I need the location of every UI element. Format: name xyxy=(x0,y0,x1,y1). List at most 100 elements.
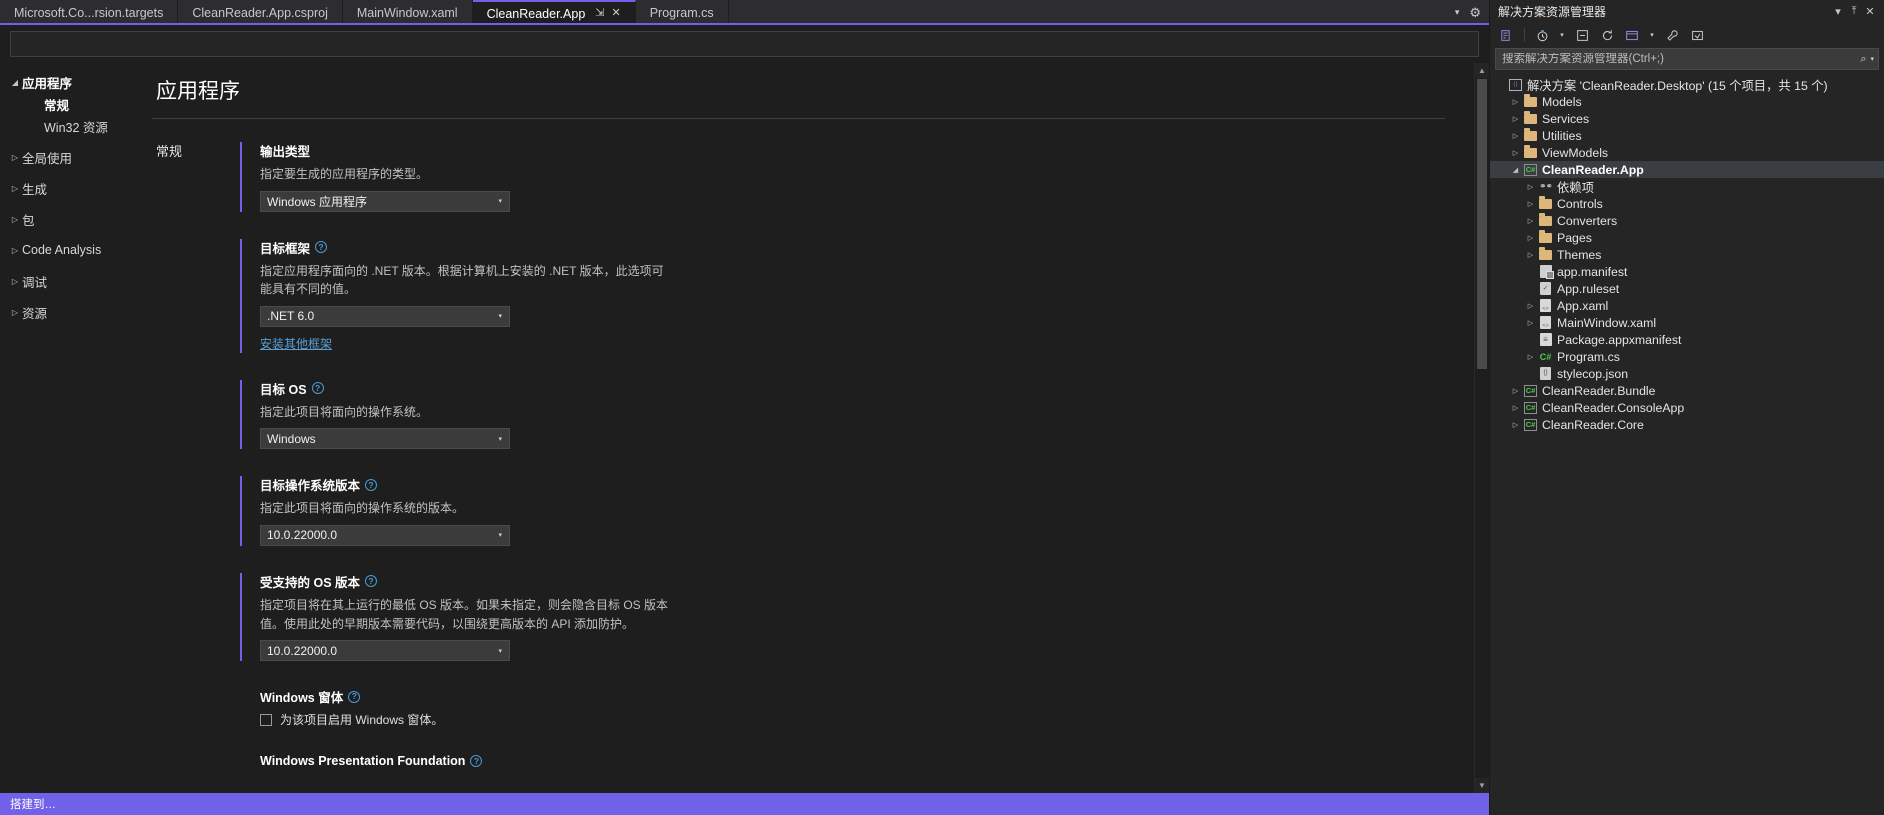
solution-tree-node[interactable]: ▷ Utilities xyxy=(1490,127,1884,144)
chevron-down-icon[interactable]: ▾ xyxy=(498,647,505,655)
collapsed-arrow-icon[interactable]: ▷ xyxy=(1509,149,1522,157)
property-dropdown[interactable]: 10.0.22000.0 ▾ xyxy=(260,524,510,546)
solution-tree-node[interactable]: ▷ App.xaml xyxy=(1490,297,1884,314)
collapsed-arrow-icon[interactable]: ▷ xyxy=(1524,217,1537,225)
properties-search-box[interactable] xyxy=(10,31,1479,57)
solution-tree-node[interactable]: ▷ MainWindow.xaml xyxy=(1490,314,1884,331)
collapsed-arrow-icon[interactable]: ▷ xyxy=(1509,132,1522,140)
properties-nav-item[interactable]: ▷ 调试 xyxy=(0,270,152,292)
solution-tree-node[interactable]: ▷ ViewModels xyxy=(1490,144,1884,161)
collapsed-arrow-icon[interactable]: ▷ xyxy=(1524,251,1537,259)
chevron-down-icon[interactable]: ▾ xyxy=(1556,25,1568,45)
scroll-up-icon[interactable]: ▲ xyxy=(1475,63,1489,78)
collapsed-arrow-icon[interactable]: ▷ xyxy=(1509,98,1522,106)
properties-nav-item[interactable]: ▷ 包 xyxy=(0,208,152,230)
search-icon[interactable]: ⌕ xyxy=(1860,53,1866,66)
properties-nav-item[interactable]: ▷ Code Analysis xyxy=(0,239,152,261)
help-icon[interactable]: ? xyxy=(365,478,378,491)
collapsed-arrow-icon[interactable]: ▷ xyxy=(8,215,22,224)
collapsed-arrow-icon[interactable]: ▷ xyxy=(1524,183,1537,191)
solution-tree-node[interactable]: Package.appxmanifest xyxy=(1490,331,1884,348)
collapsed-arrow-icon[interactable]: ▷ xyxy=(8,308,22,317)
enable-windows-forms-row[interactable]: 为该项目启用 Windows 窗体。 xyxy=(260,711,1473,728)
help-icon[interactable]: ? xyxy=(348,690,361,703)
search-options-chevron-icon[interactable]: ▾ xyxy=(1870,55,1874,63)
solution-tree-node[interactable]: ▷ Pages xyxy=(1490,229,1884,246)
document-tab[interactable]: Program.cs xyxy=(635,0,729,25)
solution-tree-node[interactable]: ▷ Themes xyxy=(1490,246,1884,263)
solution-tree-node[interactable]: ▷ Controls xyxy=(1490,195,1884,212)
install-other-frameworks-link[interactable]: 安装其他框架 xyxy=(260,335,332,352)
help-icon[interactable]: ? xyxy=(470,755,483,768)
collapsed-arrow-icon[interactable]: ▷ xyxy=(1524,200,1537,208)
chevron-down-icon[interactable]: ▾ xyxy=(1830,5,1846,18)
chevron-down-icon[interactable]: ▾ xyxy=(498,312,505,320)
collapse-all-icon[interactable] xyxy=(1571,25,1593,45)
properties-nav-item[interactable]: 常规 xyxy=(0,93,152,115)
document-tab[interactable]: CleanReader.App.csproj xyxy=(178,0,343,25)
collapsed-arrow-icon[interactable]: ▷ xyxy=(1524,353,1537,361)
properties-nav-item[interactable]: ▷ 全局使用 xyxy=(0,146,152,168)
show-all-files-icon[interactable] xyxy=(1621,25,1643,45)
properties-nav-item[interactable]: ▷ 生成 xyxy=(0,177,152,199)
pin-icon[interactable]: ⤒ xyxy=(1846,5,1862,18)
chevron-down-icon[interactable]: ▾ xyxy=(498,435,505,443)
collapsed-arrow-icon[interactable]: ▷ xyxy=(1509,387,1522,395)
solution-tree-node[interactable]: ◢ C# CleanReader.App xyxy=(1490,161,1884,178)
solution-tree-node[interactable]: ▷ Services xyxy=(1490,110,1884,127)
content-scrollbar[interactable]: ▲ ▼ xyxy=(1474,63,1489,793)
enable-windows-forms-checkbox[interactable] xyxy=(260,713,272,726)
solution-tree-node[interactable]: ▷ C# CleanReader.ConsoleApp xyxy=(1490,399,1884,416)
properties-nav-item[interactable]: ◢ 应用程序 xyxy=(0,71,152,93)
solution-tree-node[interactable]: ▷ Models xyxy=(1490,93,1884,110)
pin-icon[interactable]: ⇲ xyxy=(595,8,604,19)
home-view-icon[interactable] xyxy=(1496,25,1518,45)
help-icon[interactable]: ? xyxy=(365,575,378,588)
document-tab[interactable]: Microsoft.Co...rsion.targets xyxy=(0,0,179,25)
collapsed-arrow-icon[interactable]: ▷ xyxy=(8,277,22,286)
properties-nav-item[interactable]: ▷ 资源 xyxy=(0,301,152,323)
property-dropdown[interactable]: 10.0.22000.0 ▾ xyxy=(260,640,510,662)
solution-tree-node[interactable]: 解决方案 'CleanReader.Desktop' (15 个项目，共 15 … xyxy=(1490,76,1884,93)
solution-search-input[interactable] xyxy=(1502,53,1861,65)
solution-search-bar[interactable]: ⌕ ▾ xyxy=(1495,48,1879,70)
collapsed-arrow-icon[interactable]: ▷ xyxy=(1509,421,1522,429)
collapsed-arrow-icon[interactable]: ▷ xyxy=(1524,319,1537,327)
solution-tree-node[interactable]: app.manifest xyxy=(1490,263,1884,280)
collapsed-arrow-icon[interactable]: ▷ xyxy=(8,184,22,193)
scrollbar-thumb[interactable] xyxy=(1477,79,1487,369)
solution-tree-node[interactable]: ▷ C# CleanReader.Bundle xyxy=(1490,382,1884,399)
close-icon[interactable]: ✕ xyxy=(612,8,621,19)
solution-tree-node[interactable]: ▷ C# Program.cs xyxy=(1490,348,1884,365)
refresh-icon[interactable] xyxy=(1596,25,1618,45)
collapsed-arrow-icon[interactable]: ▷ xyxy=(1509,404,1522,412)
close-icon[interactable]: ✕ xyxy=(1862,5,1878,18)
pending-changes-icon[interactable] xyxy=(1531,25,1553,45)
property-dropdown[interactable]: Windows ▾ xyxy=(260,428,510,450)
collapsed-arrow-icon[interactable]: ▷ xyxy=(1524,234,1537,242)
solution-tree-node[interactable]: stylecop.json xyxy=(1490,365,1884,382)
expanded-arrow-icon[interactable]: ◢ xyxy=(8,78,22,87)
properties-wrench-icon[interactable] xyxy=(1661,25,1683,45)
collapsed-arrow-icon[interactable]: ▷ xyxy=(8,246,22,255)
expanded-arrow-icon[interactable]: ◢ xyxy=(1509,166,1522,174)
solution-tree-node[interactable]: ▷ C# CleanReader.Core xyxy=(1490,416,1884,433)
property-dropdown[interactable]: Windows 应用程序 ▾ xyxy=(260,190,510,212)
chevron-down-icon[interactable]: ▾ xyxy=(498,197,505,205)
chevron-down-icon[interactable]: ▾ xyxy=(498,531,505,539)
collapsed-arrow-icon[interactable]: ▷ xyxy=(8,153,22,162)
property-dropdown[interactable]: .NET 6.0 ▾ xyxy=(260,305,510,327)
document-tab[interactable]: CleanReader.App ⇲ ✕ xyxy=(472,0,636,25)
document-tab[interactable]: MainWindow.xaml xyxy=(342,0,473,25)
properties-nav-item[interactable]: Win32 资源 xyxy=(0,115,152,137)
preview-selected-items-icon[interactable] xyxy=(1686,25,1708,45)
collapsed-arrow-icon[interactable]: ▷ xyxy=(1524,302,1537,310)
solution-tree-node[interactable]: App.ruleset xyxy=(1490,280,1884,297)
chevron-down-icon[interactable]: ▾ xyxy=(1455,7,1460,18)
collapsed-arrow-icon[interactable]: ▷ xyxy=(1509,115,1522,123)
scroll-down-icon[interactable]: ▼ xyxy=(1475,778,1489,793)
solution-tree-node[interactable]: ▷ ⚭⚭ 依赖项 xyxy=(1490,178,1884,195)
gear-icon[interactable]: ⚙ xyxy=(1469,5,1481,21)
chevron-down-icon-2[interactable]: ▾ xyxy=(1646,25,1658,45)
help-icon[interactable]: ? xyxy=(315,241,328,254)
